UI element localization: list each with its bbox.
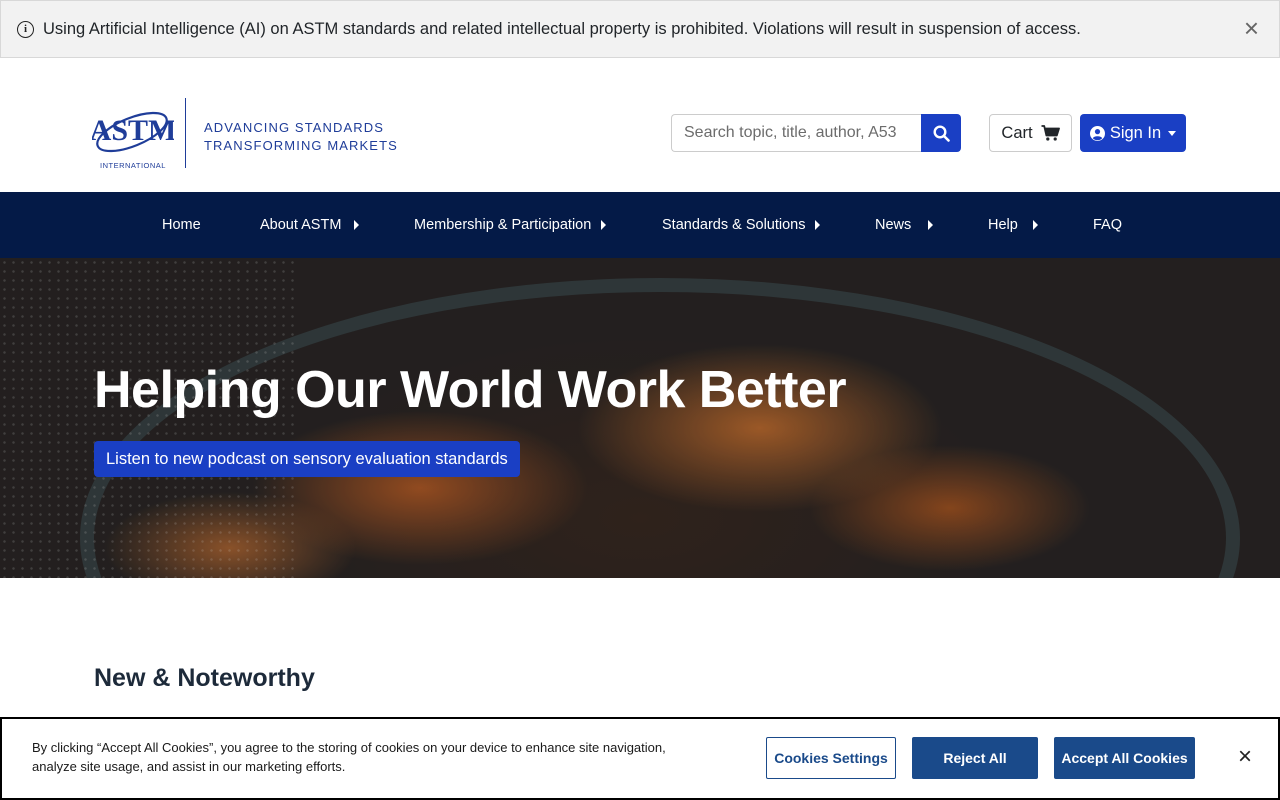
hero-banner: Helping Our World Work Better Listen to … bbox=[0, 258, 1280, 578]
search-input[interactable] bbox=[671, 114, 921, 152]
main-navigation: Home About ASTM Membership & Participati… bbox=[0, 192, 1280, 258]
hero-title: Helping Our World Work Better bbox=[94, 361, 847, 419]
section-title-new-noteworthy: New & Noteworthy bbox=[94, 664, 315, 692]
chevron-down-icon bbox=[1168, 130, 1177, 136]
caret-right-icon[interactable] bbox=[1033, 220, 1038, 230]
nav-label-standards-solutions: Standards & Solutions bbox=[662, 217, 806, 233]
tagline-line-1: ADVANCING STANDARDS bbox=[204, 120, 385, 135]
nav-item-home[interactable]: Home bbox=[162, 192, 201, 258]
sign-in-button[interactable]: Sign In bbox=[1080, 114, 1186, 152]
caret-right-icon[interactable] bbox=[815, 220, 820, 230]
sign-in-label: Sign In bbox=[1109, 123, 1162, 142]
ai-warning-text: Using Artificial Intelligence (AI) on AS… bbox=[43, 19, 1081, 38]
tagline: ADVANCING STANDARDS TRANSFORMING MARKETS bbox=[204, 119, 398, 155]
nav-label-about-astm: About ASTM bbox=[260, 217, 342, 233]
info-icon: i bbox=[17, 20, 34, 38]
ai-warning-banner: i Using Artificial Intelligence (AI) on … bbox=[0, 0, 1280, 58]
search-button[interactable] bbox=[921, 114, 961, 152]
cookies-settings-button[interactable]: Cookies Settings bbox=[766, 737, 896, 779]
nav-item-membership[interactable]: Membership & Participation bbox=[414, 192, 591, 258]
nav-label-news: News bbox=[875, 217, 912, 233]
search-icon bbox=[932, 124, 950, 142]
nav-label-home: Home bbox=[162, 217, 201, 233]
nav-label-membership: Membership & Participation bbox=[414, 217, 592, 233]
astm-logo[interactable]: ASTM INTERNATIONAL bbox=[92, 96, 174, 170]
podcast-link-button[interactable]: Listen to new podcast on sensory evaluat… bbox=[94, 441, 520, 477]
nav-item-about-astm[interactable]: About ASTM bbox=[260, 192, 341, 258]
accept-all-cookies-button[interactable]: Accept All Cookies bbox=[1054, 737, 1195, 779]
caret-right-icon[interactable] bbox=[354, 220, 359, 230]
user-circle-icon bbox=[1089, 125, 1105, 141]
nav-item-news[interactable]: News bbox=[875, 192, 911, 258]
search-bar bbox=[671, 114, 961, 152]
shopping-cart-icon bbox=[1041, 125, 1060, 141]
logo-subtext: INTERNATIONAL bbox=[100, 161, 166, 170]
tagline-line-2: TRANSFORMING MARKETS bbox=[204, 138, 398, 153]
cookie-consent-text: By clicking “Accept All Cookies”, you ag… bbox=[32, 740, 666, 774]
cart-label: Cart bbox=[1001, 123, 1033, 142]
cart-button[interactable]: Cart bbox=[989, 114, 1072, 152]
cookie-consent-banner: By clicking “Accept All Cookies”, you ag… bbox=[0, 717, 1280, 800]
nav-item-standards-solutions[interactable]: Standards & Solutions bbox=[662, 192, 805, 258]
nav-label-help: Help bbox=[988, 217, 1018, 233]
caret-right-icon[interactable] bbox=[601, 220, 606, 230]
close-banner-button[interactable]: × bbox=[1244, 15, 1259, 41]
nav-item-faq[interactable]: FAQ bbox=[1093, 192, 1122, 258]
logo-divider bbox=[185, 98, 186, 168]
reject-all-button[interactable]: Reject All bbox=[912, 737, 1038, 779]
caret-right-icon[interactable] bbox=[928, 220, 933, 230]
close-cookie-banner-button[interactable]: × bbox=[1238, 745, 1252, 769]
nav-label-faq: FAQ bbox=[1093, 217, 1123, 233]
nav-item-help[interactable]: Help bbox=[988, 192, 1018, 258]
logo-text: ASTM bbox=[92, 114, 174, 147]
site-header: ASTM INTERNATIONAL ADVANCING STANDARDS T… bbox=[0, 58, 1280, 192]
